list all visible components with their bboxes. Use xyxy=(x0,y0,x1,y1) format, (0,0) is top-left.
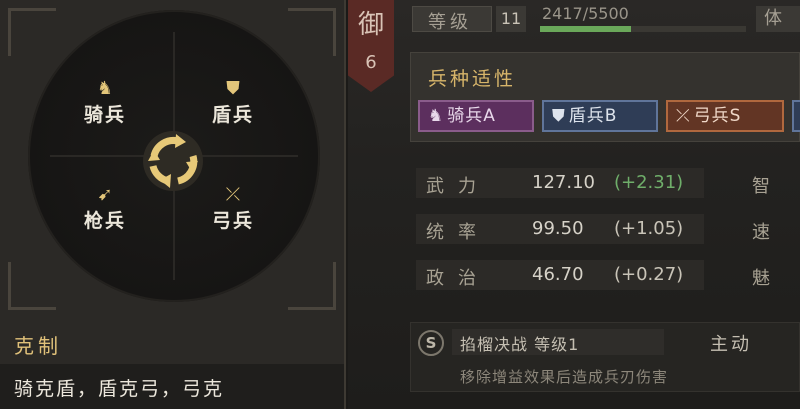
stat-bonus: (+1.05) xyxy=(614,218,684,239)
stat-name: 政治 xyxy=(426,268,490,289)
rank-banner-char: 御 xyxy=(357,10,384,40)
counter-panel: ♞ 骑兵 ⛊ 盾兵 ➹ 枪兵 ⤫ 弓兵 克制 骑克盾，盾克弓，弓克 xyxy=(0,0,346,409)
stat-name-right: 速 xyxy=(752,222,784,243)
xp-bar xyxy=(540,26,746,32)
stat-value: 127.10 xyxy=(532,172,595,193)
corner-ornament xyxy=(8,262,56,310)
rank-banner: 御 6 xyxy=(348,0,394,92)
tag-label: 盾兵B xyxy=(568,106,618,126)
stat-row-force: 武力 127.10 (+2.31) 智 xyxy=(416,168,800,198)
horse-icon: ♞ xyxy=(96,78,114,99)
stat-bonus: (+0.27) xyxy=(614,264,684,285)
suitability-spear-tag[interactable] xyxy=(792,100,800,132)
level-value: 11 xyxy=(496,6,526,32)
stamina-label: 体 xyxy=(756,6,800,32)
unit-shield: ⛊ 盾兵 xyxy=(198,78,268,127)
general-detail-panel: 御 6 等级 11 2417/5500 体 兵种适性 ♞ 骑兵A ⛊ 盾兵B ⤫ 弓兵… xyxy=(348,0,800,409)
skill-type: 主动 xyxy=(710,334,752,355)
counter-title: 克制 xyxy=(14,334,62,358)
unit-bow: ⤫ 弓兵 xyxy=(198,184,268,233)
counter-text: 骑克盾，盾克弓，弓克 xyxy=(14,378,225,400)
stat-row-command: 统率 99.50 (+1.05) 速 xyxy=(416,214,800,244)
bow-icon: ⤫ xyxy=(225,184,241,205)
suitability-cavalry-tag[interactable]: ♞ 骑兵A xyxy=(418,100,534,132)
spear-icon: ➹ xyxy=(97,184,113,205)
suitability-title: 兵种适性 xyxy=(428,68,517,90)
unit-bow-label: 弓兵 xyxy=(211,210,254,232)
corner-ornament xyxy=(288,8,336,56)
xp-text: 2417/5500 xyxy=(542,4,629,23)
unit-spear-label: 枪兵 xyxy=(83,210,126,232)
stat-value: 99.50 xyxy=(532,218,584,239)
suitability-bow-tag[interactable]: ⤫ 弓兵S xyxy=(666,100,784,132)
unit-cavalry-label: 骑兵 xyxy=(83,104,126,126)
rank-banner-number: 6 xyxy=(365,52,377,73)
stat-row-politics: 政治 46.70 (+0.27) 魅 xyxy=(416,260,800,290)
unit-spear: ➹ 枪兵 xyxy=(70,184,140,233)
corner-ornament xyxy=(8,8,56,56)
stat-name-right: 魅 xyxy=(752,268,784,289)
unit-cavalry: ♞ 骑兵 xyxy=(70,78,140,127)
stat-value: 46.70 xyxy=(532,264,584,285)
tag-label: 弓兵S xyxy=(693,106,742,126)
stat-bonus: (+2.31) xyxy=(614,172,684,193)
level-label: 等级 xyxy=(428,12,472,33)
skill-description: 移除增益效果后造成兵刃伤害 xyxy=(460,368,669,386)
cycle-arrows-icon xyxy=(143,131,203,191)
suitability-shield-tag[interactable]: ⛊ 盾兵B xyxy=(542,100,658,132)
skill-name: 掐榴决战 等级1 xyxy=(460,335,580,354)
xp-bar-fill xyxy=(540,26,631,32)
tag-label: 骑兵A xyxy=(447,106,496,126)
stat-name-right: 智 xyxy=(752,176,784,197)
shield-icon: ⛊ xyxy=(552,106,566,126)
corner-ornament xyxy=(288,262,336,310)
stat-name: 武力 xyxy=(426,176,490,197)
horse-icon: ♞ xyxy=(428,106,445,126)
bow-icon: ⤫ xyxy=(676,106,691,126)
shield-icon: ⛊ xyxy=(226,78,240,99)
unit-shield-label: 盾兵 xyxy=(211,104,254,126)
skill-grade-badge: S xyxy=(418,330,444,356)
stat-name: 统率 xyxy=(426,222,490,243)
